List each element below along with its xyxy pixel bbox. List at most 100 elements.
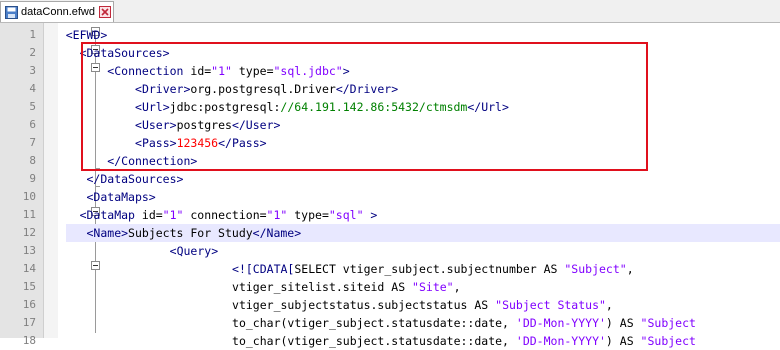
code-line[interactable]: 11 <DataMap id="1" connection="1" type="s… <box>0 206 780 224</box>
token-str: "Subject" <box>564 262 627 276</box>
file-tab[interactable]: dataConn.efwd <box>0 1 114 22</box>
token-tag: </Driver> <box>335 82 399 96</box>
code-line[interactable]: 15 vtiger_sitelist.siteid AS "Site", <box>0 278 780 296</box>
code-line[interactable]: 7 <Pass>123456</Pass> <box>0 134 780 152</box>
file-icon <box>5 6 18 19</box>
token-tag: <DataSources> <box>79 46 170 60</box>
token-str: 'DD-Mon-YYYY' <box>515 334 606 348</box>
token-txt: , <box>605 298 613 312</box>
code-line[interactable]: 18 to_char(vtiger_subject.statusdate::dat… <box>0 332 780 350</box>
line-number: 2 <box>29 46 36 59</box>
code-line[interactable]: 4 <Driver>org.postgresql.Driver</Driver> <box>0 80 780 98</box>
token-attr: id= <box>141 208 163 222</box>
token-attr: type= <box>287 208 329 222</box>
token-tag: <Url> <box>135 100 170 114</box>
close-icon[interactable] <box>99 6 111 18</box>
token-tag: </Pass> <box>218 136 267 150</box>
token-txt: ) AS <box>605 316 641 330</box>
token-tag: <DataMaps> <box>86 190 156 204</box>
token-txt: jdbc:postgresql: <box>169 100 281 114</box>
code-text: vtiger_subjectstatus.subjectstatus AS "S… <box>232 296 613 314</box>
token-tag: <Pass> <box>135 136 177 150</box>
token-str: "Site" <box>412 280 454 294</box>
token-tag: <DataMap <box>79 208 142 222</box>
code-line[interactable]: 3 <Connection id="1" type="sql.jdbc"> <box>0 62 780 80</box>
token-str: "Subject Status" <box>495 298 606 312</box>
code-line[interactable]: 17 to_char(vtiger_subject.statusdate::dat… <box>0 314 780 332</box>
token-attr: id= <box>190 64 212 78</box>
token-txt: vtiger_sitelist.siteid AS <box>232 280 413 294</box>
code-text: </DataSources> <box>87 170 184 188</box>
code-line[interactable]: 14 <![CDATA[SELECT vtiger_subject.subject… <box>0 260 780 278</box>
code-text: <Connection id="1" type="sql.jdbc"> <box>107 62 349 80</box>
code-line[interactable]: 12 <Name>Subjects For Study</Name> <box>0 224 780 242</box>
code-line[interactable]: 2 <DataSources> <box>0 44 780 62</box>
code-text: <User>postgres</User> <box>135 116 280 134</box>
token-str: "1" <box>211 64 232 78</box>
code-text: </Connection> <box>107 152 197 170</box>
token-tag: </Url> <box>467 100 509 114</box>
token-txt: vtiger_subjectstatus.subjectstatus AS <box>232 298 496 312</box>
line-number: 16 <box>22 298 36 311</box>
token-str: "Subject <box>640 316 696 330</box>
token-tag: <Connection <box>107 64 191 78</box>
line-number: 15 <box>22 280 36 293</box>
token-str: "1" <box>266 208 288 222</box>
code-text: <![CDATA[SELECT vtiger_subject.subjectnu… <box>232 260 634 278</box>
token-tag: <![CDATA[ <box>232 262 295 276</box>
code-text: <Name>Subjects For Study</Name> <box>87 224 302 242</box>
token-str: "sql" <box>328 208 364 222</box>
token-tag: > <box>342 64 350 78</box>
code-text: vtiger_sitelist.siteid AS "Site", <box>232 278 461 296</box>
code-line[interactable]: 1 <EFWD> <box>0 26 780 44</box>
token-tag: <Query> <box>169 244 219 258</box>
line-number: 9 <box>29 172 36 185</box>
line-number: 7 <box>29 136 36 149</box>
token-url: //64.191.142.86:5432/ctmsdm <box>280 100 468 114</box>
token-txt: postgres <box>176 118 232 132</box>
code-line[interactable]: 5 <Url>jdbc:postgresql://64.191.142.86:54… <box>0 98 780 116</box>
token-txt: Subjects For Study <box>128 226 253 240</box>
code-text: <EFWD> <box>66 26 108 44</box>
token-tag: <EFWD> <box>65 28 108 42</box>
token-tag: </User> <box>231 118 281 132</box>
token-txt: , <box>626 262 634 276</box>
token-txt: SELECT vtiger_subject.subjectnumber AS <box>294 262 565 276</box>
token-attr: type= <box>231 64 274 78</box>
code-line[interactable]: 13 <Query> <box>0 242 780 260</box>
code-text: <DataSources> <box>80 44 170 62</box>
code-line[interactable]: 9 </DataSources> <box>0 170 780 188</box>
code-text: <DataMap id="1" connection="1" type="sql… <box>80 206 378 224</box>
code-text: to_char(vtiger_subject.statusdate::date,… <box>232 314 696 332</box>
line-number: 5 <box>29 100 36 113</box>
code-line[interactable]: 8 </Connection> <box>0 152 780 170</box>
line-number: 14 <box>22 262 36 275</box>
tab-bar: dataConn.efwd <box>0 0 780 23</box>
token-tag: </DataSources> <box>86 172 184 186</box>
token-tag: <Name> <box>86 226 129 240</box>
token-str: 'DD-Mon-YYYY' <box>515 316 606 330</box>
line-number: 1 <box>29 28 36 41</box>
line-number: 13 <box>22 244 36 257</box>
line-number: 3 <box>29 64 36 77</box>
token-txt: to_char(vtiger_subject.statusdate::date, <box>232 334 516 348</box>
line-number: 10 <box>22 190 36 203</box>
token-txt: to_char(vtiger_subject.statusdate::date, <box>232 316 516 330</box>
code-line[interactable]: 16 vtiger_subjectstatus.subjectstatus AS … <box>0 296 780 314</box>
line-number: 8 <box>29 154 36 167</box>
token-tag: </Name> <box>252 226 302 240</box>
line-number: 4 <box>29 82 36 95</box>
token-num: 123456 <box>176 136 219 150</box>
line-number: 17 <box>22 316 36 329</box>
token-txt: , <box>453 280 461 294</box>
code-editor[interactable]: 1 <EFWD> 2 <DataSources> 3 <Connection id="1"… <box>0 23 780 348</box>
code-line[interactable]: 10 <DataMaps> <box>0 188 780 206</box>
token-tag: <User> <box>135 118 177 132</box>
token-tag: </Connection> <box>107 154 198 168</box>
token-tag: > <box>363 208 378 222</box>
code-line[interactable]: 6 <User>postgres</User> <box>0 116 780 134</box>
token-attr: connection= <box>183 208 267 222</box>
token-txt: ) AS <box>605 334 641 348</box>
token-str: "1" <box>162 208 184 222</box>
code-text: <Url>jdbc:postgresql://64.191.142.86:543… <box>135 98 509 116</box>
